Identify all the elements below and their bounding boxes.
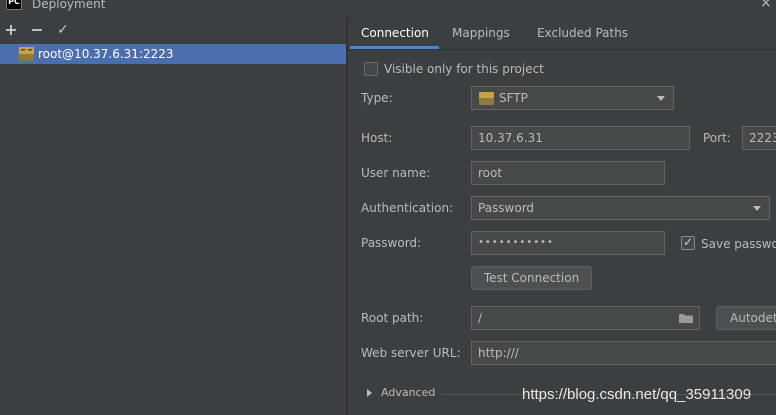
- server-settings-pane: Connection Mappings Excluded Paths Visib…: [348, 18, 776, 415]
- add-server-button[interactable]: +: [3, 20, 19, 40]
- chevron-down-icon: [753, 206, 761, 211]
- visible-only-checkbox[interactable]: [364, 62, 378, 76]
- port-label: Port:: [703, 131, 731, 145]
- type-select[interactable]: SFTP: [471, 86, 674, 110]
- tab-bar: Connection Mappings Excluded Paths: [348, 18, 776, 50]
- host-input[interactable]: 10.37.6.31: [471, 126, 690, 150]
- authentication-label: Authentication:: [361, 201, 454, 215]
- root-path-value: /: [478, 311, 483, 325]
- web-server-url-input[interactable]: http:///: [471, 341, 776, 365]
- port-input[interactable]: 2223: [742, 126, 776, 150]
- autodetect-button[interactable]: Autodetect: [716, 306, 776, 330]
- chevron-down-icon: [657, 96, 665, 101]
- authentication-select[interactable]: Password: [471, 196, 770, 220]
- host-label: Host:: [361, 131, 393, 145]
- visible-only-label: Visible only for this project: [384, 62, 544, 76]
- type-label: Type:: [361, 91, 393, 105]
- password-label: Password:: [361, 236, 422, 250]
- active-tab-indicator: [350, 46, 439, 49]
- save-password-label: Save password: [701, 237, 776, 251]
- expand-icon[interactable]: [367, 389, 372, 397]
- apply-button[interactable]: ✓: [55, 20, 71, 40]
- server-list-item-label: root@10.37.6.31:2223: [38, 47, 174, 61]
- password-input[interactable]: •••••••••••: [471, 231, 665, 255]
- close-icon[interactable]: ×: [760, 0, 772, 10]
- checkmark-icon: ✓: [683, 235, 694, 249]
- username-label: User name:: [361, 166, 431, 180]
- web-server-url-label: Web server URL:: [361, 346, 461, 360]
- authentication-select-value: Password: [478, 201, 535, 215]
- title-bar: PC Deployment ×: [0, 0, 776, 14]
- type-select-value: SFTP: [499, 91, 528, 105]
- sftp-icon: [19, 47, 34, 61]
- test-connection-button[interactable]: Test Connection: [471, 266, 592, 290]
- tab-mappings[interactable]: Mappings: [452, 18, 510, 50]
- tab-excluded-paths[interactable]: Excluded Paths: [537, 18, 628, 50]
- root-path-input[interactable]: /: [471, 306, 700, 330]
- root-path-label: Root path:: [361, 311, 424, 325]
- server-list-pane: + − ✓ root@10.37.6.31:2223: [0, 18, 346, 415]
- folder-icon[interactable]: [679, 313, 693, 323]
- window-title: Deployment: [32, 0, 106, 11]
- pycharm-app-icon: PC: [6, 0, 22, 10]
- sftp-icon: [479, 92, 494, 105]
- username-input[interactable]: root: [471, 161, 665, 185]
- server-list-item[interactable]: root@10.37.6.31:2223: [0, 44, 346, 64]
- watermark-text: https://blog.csdn.net/qq_35911309: [522, 386, 752, 403]
- save-password-checkbox[interactable]: ✓: [681, 235, 695, 250]
- remove-server-button[interactable]: −: [29, 20, 45, 40]
- advanced-section-toggle[interactable]: Advanced: [381, 385, 435, 401]
